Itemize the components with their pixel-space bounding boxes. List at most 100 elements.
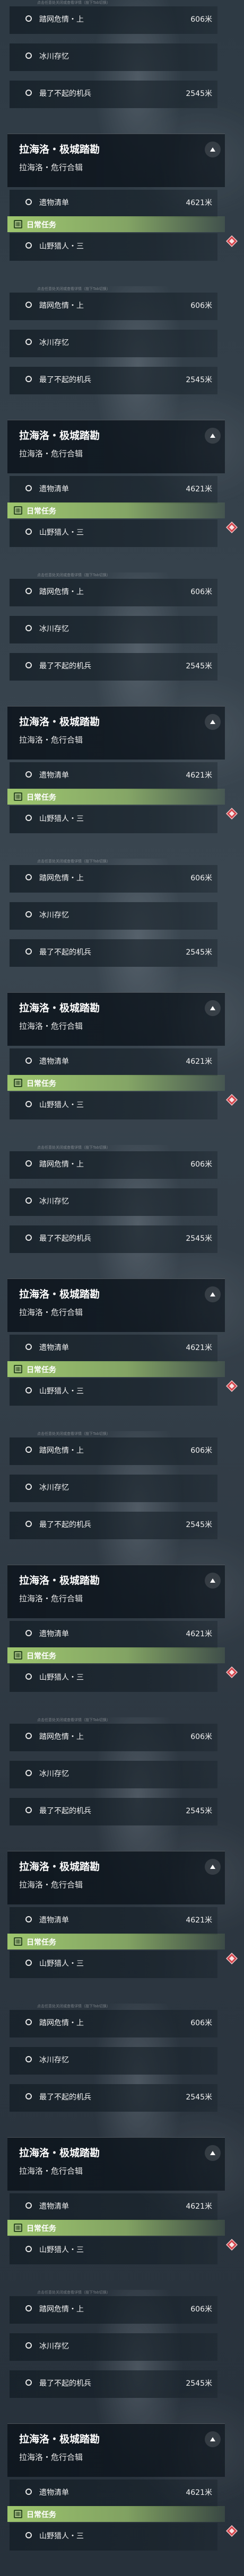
collapse-button[interactable]	[205, 714, 221, 730]
quest-item[interactable]: 最了不起的机兵 2545米	[10, 367, 217, 394]
daily-quest-header[interactable]: 日常任务	[7, 789, 225, 805]
quest-item-distance: 606米	[190, 1733, 212, 1741]
quest-item-distance: 4621米	[186, 1344, 212, 1352]
waypoint-marker-icon[interactable]	[225, 1380, 238, 1392]
quest-item[interactable]: 最了不起的机兵 2545米	[10, 1225, 217, 1253]
quest-item[interactable]: 山野猎人・三	[10, 1664, 217, 1692]
collapse-button[interactable]	[205, 142, 221, 157]
quest-item[interactable]: 遗物清单 4621米	[10, 2193, 217, 2221]
quest-item[interactable]: 冰川存忆	[10, 43, 217, 71]
collapse-button[interactable]	[205, 1573, 221, 1589]
quest-item[interactable]: 山野猎人・三	[10, 806, 217, 833]
quest-item[interactable]: 冰川存忆	[10, 2047, 217, 2075]
quest-item[interactable]: 踏网危情・上 606米	[10, 1437, 217, 1465]
daily-quest-header[interactable]: 日常任务	[7, 1075, 225, 1091]
quest-item-name: 冰川存忆	[39, 1484, 69, 1492]
quest-item[interactable]: 最了不起的机兵 2545米	[10, 2370, 217, 2398]
waypoint-marker-icon[interactable]	[225, 235, 238, 248]
main-quest-header[interactable]: 拉海洛・极城踏勘 拉海洛・危行合辑	[7, 420, 225, 473]
quest-item[interactable]: 最了不起的机兵 2545米	[10, 2084, 217, 2112]
quest-item[interactable]: 山野猎人・三	[10, 1951, 217, 1978]
quest-item[interactable]: 遗物清单 4621米	[10, 1621, 217, 1648]
quest-item[interactable]: 遗物清单 4621米	[10, 1335, 217, 1362]
radio-circle-icon	[25, 662, 32, 668]
main-quest-header[interactable]: 拉海洛・极城踏勘 拉海洛・危行合辑	[7, 992, 225, 1046]
quest-item[interactable]: 遗物清单 4621米	[10, 476, 217, 504]
quest-item[interactable]: 冰川存忆	[10, 902, 217, 930]
quest-item[interactable]: 遗物清单 4621米	[10, 1048, 217, 1076]
waypoint-marker-icon[interactable]	[225, 1093, 238, 1106]
collapse-button[interactable]	[205, 1859, 221, 1875]
collapse-button[interactable]	[205, 1000, 221, 1016]
waypoint-marker-icon[interactable]	[225, 1952, 238, 1965]
main-quest-header[interactable]: 拉海洛・极城踏勘 拉海洛・危行合辑	[7, 134, 225, 187]
daily-quest-header[interactable]: 日常任务	[7, 216, 225, 232]
main-quest-header[interactable]: 拉海洛・极城踏勘 拉海洛・危行合辑	[7, 1565, 225, 1618]
daily-quest-header[interactable]: 日常任务	[7, 2220, 225, 2236]
quest-item[interactable]: 山野猎人・三	[10, 233, 217, 261]
quest-item[interactable]: 踏网危情・上 606米	[10, 2010, 217, 2037]
quest-item-name: 遗物清单	[39, 2202, 69, 2211]
quest-item[interactable]: 冰川存忆	[10, 2333, 217, 2361]
radio-circle-icon	[25, 2342, 32, 2349]
quest-item[interactable]: 踏网危情・上 606米	[10, 293, 217, 320]
quest-item[interactable]: 踏网危情・上 606米	[10, 1724, 217, 1751]
quest-item[interactable]: 最了不起的机兵 2545米	[10, 653, 217, 681]
main-quest-header[interactable]: 拉海洛・极城踏勘 拉海洛・危行合辑	[7, 1278, 225, 1332]
chevron-up-icon	[210, 434, 215, 438]
quest-item[interactable]: 最了不起的机兵 2545米	[10, 1798, 217, 1825]
quest-item-distance: 2545米	[186, 1807, 212, 1815]
waypoint-marker-icon[interactable]	[225, 2525, 238, 2537]
quest-item[interactable]: 最了不起的机兵 2545米	[10, 939, 217, 967]
chevron-up-icon	[210, 1292, 215, 1296]
quest-item-name: 最了不起的机兵	[39, 662, 91, 671]
collapse-button[interactable]	[205, 2431, 221, 2447]
quest-item[interactable]: 冰川存忆	[10, 330, 217, 357]
collapse-button[interactable]	[205, 428, 221, 444]
quest-item[interactable]: 山野猎人・三	[10, 1378, 217, 1406]
quest-item[interactable]: 山野猎人・三	[10, 1092, 217, 1119]
radio-circle-icon	[25, 2305, 32, 2312]
quest-item[interactable]: 山野猎人・三	[10, 2237, 217, 2264]
quest-item[interactable]: 山野猎人・三	[10, 2523, 217, 2551]
quest-item[interactable]: 冰川存忆	[10, 616, 217, 643]
waypoint-marker-icon[interactable]	[225, 2238, 238, 2251]
chevron-up-icon	[210, 147, 215, 152]
quest-item[interactable]: 最了不起的机兵 2545米	[10, 1512, 217, 1539]
quest-item[interactable]: 踏网危情・上 606米	[10, 6, 217, 34]
daily-quest-header[interactable]: 日常任务	[7, 1934, 225, 1949]
daily-quest-header[interactable]: 日常任务	[7, 502, 225, 518]
main-quest-header[interactable]: 拉海洛・极城踏勘 拉海洛・危行合辑	[7, 1851, 225, 1904]
daily-quest-header[interactable]: 日常任务	[7, 1647, 225, 1663]
radio-circle-icon	[25, 948, 32, 955]
main-quest-subtitle: 拉海洛・危行合辑	[19, 2166, 83, 2176]
quest-item[interactable]: 踏网危情・上 606米	[10, 1151, 217, 1179]
main-quest-header[interactable]: 拉海洛・极城踏勘 拉海洛・危行合辑	[7, 2423, 225, 2477]
quest-item[interactable]: 最了不起的机兵 2545米	[10, 81, 217, 108]
quest-item[interactable]: 遗物清单 4621米	[10, 1907, 217, 1935]
quest-item-name: 冰川存忆	[39, 911, 69, 920]
main-quest-header[interactable]: 拉海洛・极城踏勘 拉海洛・危行合辑	[7, 706, 225, 760]
waypoint-marker-icon[interactable]	[225, 807, 238, 820]
quest-item[interactable]: 遗物清单 4621米	[10, 762, 217, 790]
daily-quest-header[interactable]: 日常任务	[7, 1361, 225, 1377]
main-quest-header[interactable]: 拉海洛・极城踏勘 拉海洛・危行合辑	[7, 2137, 225, 2191]
quest-item-distance: 2545米	[186, 1521, 212, 1529]
quest-item[interactable]: 遗物清单 4621米	[10, 190, 217, 217]
quest-item[interactable]: 踏网危情・上 606米	[10, 579, 217, 606]
daily-quest-header[interactable]: 日常任务	[7, 2506, 225, 2522]
collapse-button[interactable]	[205, 1286, 221, 1302]
waypoint-marker-icon[interactable]	[225, 1666, 238, 1679]
quest-item[interactable]: 冰川存忆	[10, 1188, 217, 1216]
quest-item[interactable]: 山野猎人・三	[10, 519, 217, 547]
waypoint-marker-icon[interactable]	[225, 521, 238, 534]
quest-tracker-panel: 点击任意处关闭或查看详情（按下Tab切换） 踏网危情・上 606米 冰川存忆 最…	[0, 0, 244, 286]
quest-item[interactable]: 踏网危情・上 606米	[10, 2296, 217, 2324]
quest-item[interactable]: 冰川存忆	[10, 1761, 217, 1788]
collapse-button[interactable]	[205, 2145, 221, 2161]
quest-item[interactable]: 冰川存忆	[10, 1475, 217, 1502]
quest-item-name: 冰川存忆	[39, 1197, 69, 1206]
quest-item[interactable]: 遗物清单 4621米	[10, 2480, 217, 2507]
quest-item[interactable]: 踏网危情・上 606米	[10, 865, 217, 893]
radio-circle-icon	[25, 1446, 32, 1453]
